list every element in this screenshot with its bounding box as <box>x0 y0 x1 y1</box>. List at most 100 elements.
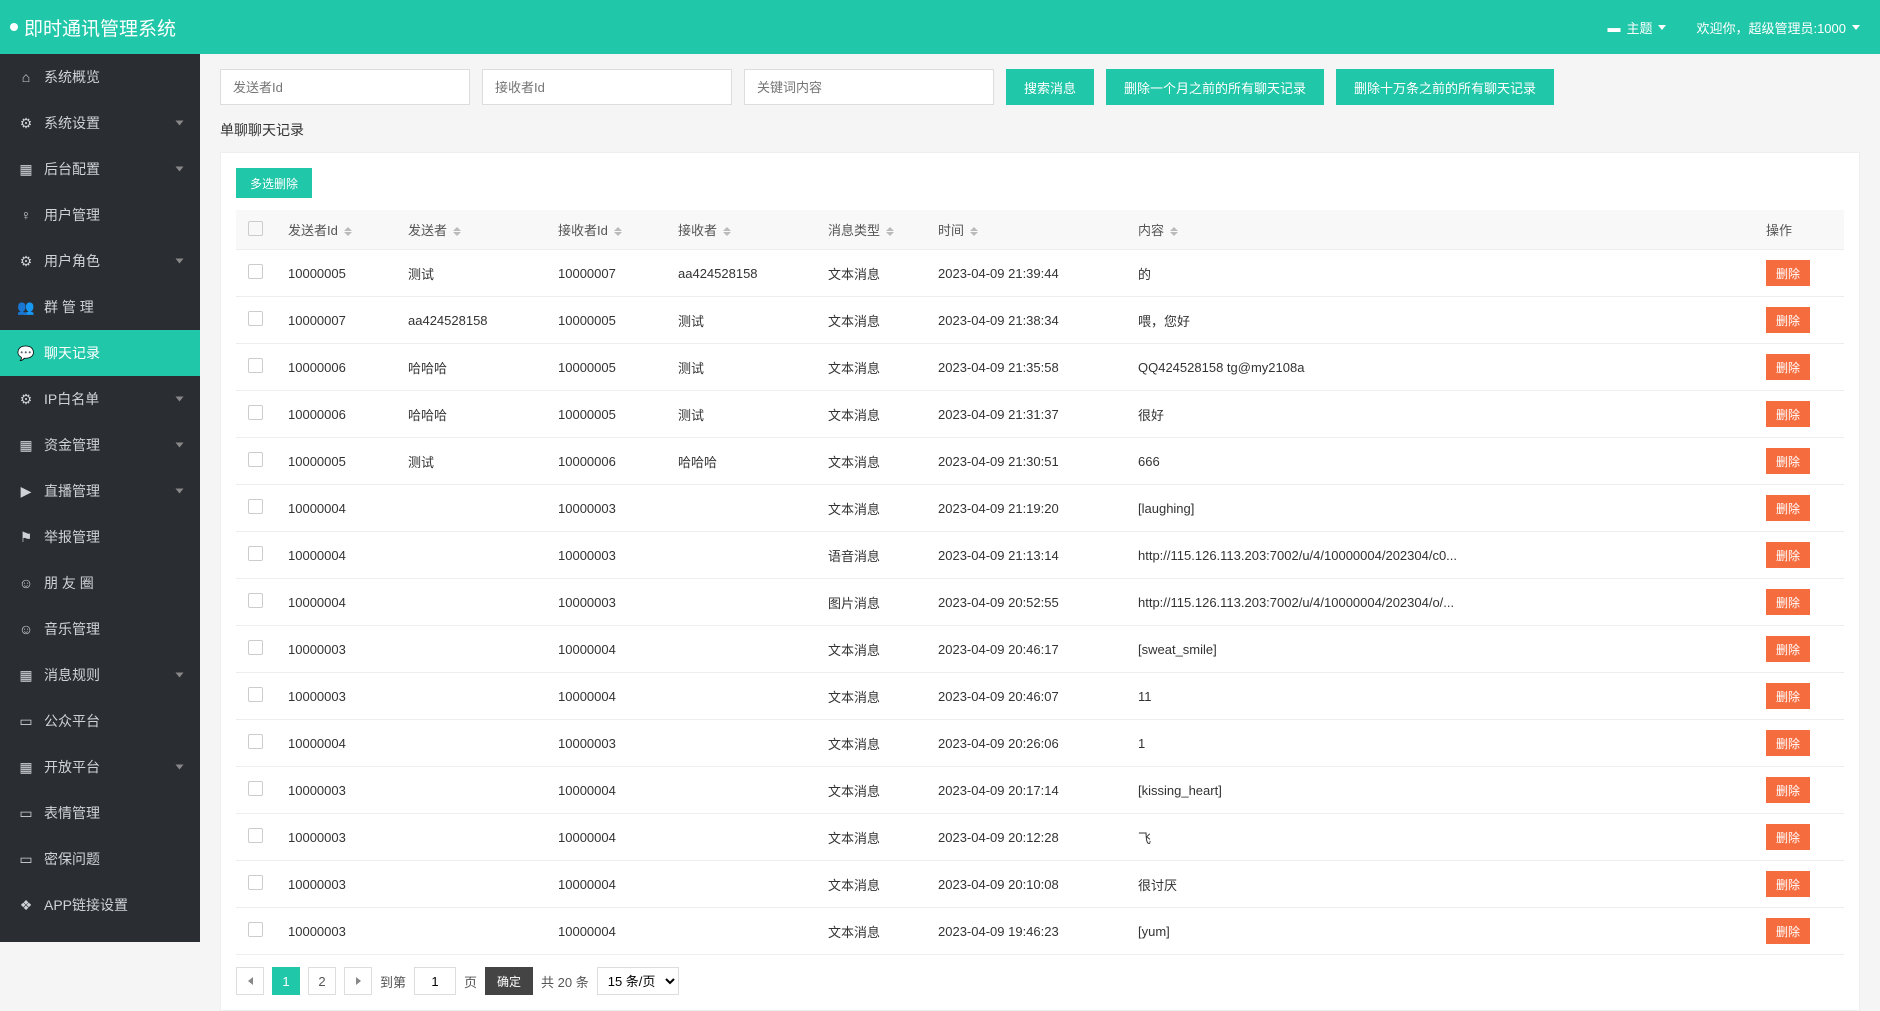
delete-row-button[interactable]: 删除 <box>1766 777 1810 803</box>
col-content[interactable]: 内容 <box>1126 210 1754 250</box>
sidebar-item-3[interactable]: ♀用户管理 <box>0 192 200 238</box>
sidebar-item-6[interactable]: 💬聊天记录 <box>0 330 200 376</box>
table-row: 1000000310000004文本消息2023-04-09 20:46:071… <box>236 673 1844 720</box>
table-row: 10000005测试10000006哈哈哈文本消息2023-04-09 21:3… <box>236 438 1844 485</box>
search-button[interactable]: 搜索消息 <box>1006 69 1094 105</box>
sidebar-item-17[interactable]: ▭密保问题 <box>0 836 200 882</box>
row-checkbox[interactable] <box>248 687 263 702</box>
cell-sender <box>396 908 546 955</box>
row-checkbox[interactable] <box>248 546 263 561</box>
keyword-input[interactable] <box>744 69 994 105</box>
delete-row-button[interactable]: 删除 <box>1766 683 1810 709</box>
user-icon: ♀ <box>18 207 34 223</box>
row-checkbox[interactable] <box>248 828 263 843</box>
row-checkbox[interactable] <box>248 781 263 796</box>
delete-row-button[interactable]: 删除 <box>1766 589 1810 615</box>
multi-delete-button[interactable]: 多选删除 <box>236 168 312 198</box>
cell-sender <box>396 767 546 814</box>
row-checkbox[interactable] <box>248 922 263 937</box>
row-checkbox[interactable] <box>248 405 263 420</box>
row-checkbox[interactable] <box>248 311 263 326</box>
cell-content: 飞 <box>1126 814 1754 861</box>
per-page-select[interactable]: 15 条/页 <box>597 967 679 995</box>
sidebar-item-12[interactable]: ☺音乐管理 <box>0 606 200 652</box>
cell-sender-id: 10000003 <box>276 767 396 814</box>
sidebar-item-1[interactable]: ⚙系统设置 <box>0 100 200 146</box>
row-checkbox[interactable] <box>248 452 263 467</box>
sidebar-item-0[interactable]: ⌂系统概览 <box>0 54 200 100</box>
row-checkbox[interactable] <box>248 640 263 655</box>
col-time[interactable]: 时间 <box>926 210 1126 250</box>
sidebar-item-11[interactable]: ☺朋 友 圈 <box>0 560 200 606</box>
sidebar-item-7[interactable]: ⚙IP白名单 <box>0 376 200 422</box>
cell-type: 文本消息 <box>816 438 926 485</box>
delete-row-button[interactable]: 删除 <box>1766 918 1810 944</box>
sidebar-item-14[interactable]: ▭公众平台 <box>0 698 200 744</box>
sidebar-item-4[interactable]: ⚙用户角色 <box>0 238 200 284</box>
sidebar-item-2[interactable]: ▦后台配置 <box>0 146 200 192</box>
prev-page-button[interactable] <box>236 967 264 995</box>
sidebar-item-16[interactable]: ▭表情管理 <box>0 790 200 836</box>
sidebar-item-13[interactable]: ▦消息规则 <box>0 652 200 698</box>
app-title: 即时通讯管理系统 <box>24 14 176 41</box>
chevron-down-icon <box>176 673 184 678</box>
row-checkbox[interactable] <box>248 734 263 749</box>
row-checkbox[interactable] <box>248 593 263 608</box>
col-sender-id[interactable]: 发送者Id <box>276 210 396 250</box>
table-row: 1000000410000003语音消息2023-04-09 21:13:14h… <box>236 532 1844 579</box>
row-checkbox[interactable] <box>248 875 263 890</box>
delete-row-button[interactable]: 删除 <box>1766 495 1810 521</box>
col-msg-type[interactable]: 消息类型 <box>816 210 926 250</box>
theme-switcher[interactable]: ▬ 主题 <box>1607 18 1666 37</box>
sidebar-item-18[interactable]: ❖APP链接设置 <box>0 882 200 928</box>
user-menu[interactable]: 欢迎你，超级管理员:1000 <box>1696 18 1860 37</box>
cell-sender: aa424528158 <box>396 297 546 344</box>
cell-time: 2023-04-09 21:39:44 <box>926 250 1126 297</box>
delete-row-button[interactable]: 删除 <box>1766 401 1810 427</box>
sidebar-item-10[interactable]: ⚑举报管理 <box>0 514 200 560</box>
col-receiver-id[interactable]: 接收者Id <box>546 210 666 250</box>
sidebar-item-5[interactable]: 👥群 管 理 <box>0 284 200 330</box>
col-sender[interactable]: 发送者 <box>396 210 546 250</box>
delete-row-button[interactable]: 删除 <box>1766 824 1810 850</box>
cell-type: 文本消息 <box>816 626 926 673</box>
delete-row-button[interactable]: 删除 <box>1766 636 1810 662</box>
records-card: 多选删除 发送者Id 发送者 接收者Id 接收者 消息类型 时间 内容 <box>220 152 1860 1011</box>
delete-100k-button[interactable]: 删除十万条之前的所有聊天记录 <box>1336 69 1554 105</box>
delete-row-button[interactable]: 删除 <box>1766 542 1810 568</box>
cell-receiver: 哈哈哈 <box>666 438 816 485</box>
sidebar-item-8[interactable]: ▦资金管理 <box>0 422 200 468</box>
cell-sender <box>396 861 546 908</box>
delete-row-button[interactable]: 删除 <box>1766 871 1810 897</box>
delete-row-button[interactable]: 删除 <box>1766 448 1810 474</box>
monitor-icon: ▭ <box>18 713 34 729</box>
table-row: 1000000310000004文本消息2023-04-09 20:12:28飞… <box>236 814 1844 861</box>
cell-content: 很好 <box>1126 391 1754 438</box>
select-all-checkbox[interactable] <box>248 221 263 236</box>
next-page-button[interactable] <box>344 967 372 995</box>
delete-row-button[interactable]: 删除 <box>1766 354 1810 380</box>
sidebar-item-9[interactable]: ▶直播管理 <box>0 468 200 514</box>
receiver-id-input[interactable] <box>482 69 732 105</box>
cell-sender <box>396 532 546 579</box>
row-checkbox[interactable] <box>248 358 263 373</box>
page-number-input[interactable] <box>414 967 456 995</box>
sender-id-input[interactable] <box>220 69 470 105</box>
cell-receiver: 测试 <box>666 391 816 438</box>
cell-receiver: 测试 <box>666 297 816 344</box>
delete-row-button[interactable]: 删除 <box>1766 307 1810 333</box>
sidebar-item-label: 聊天记录 <box>44 343 100 363</box>
main-content: 搜索消息 删除一个月之前的所有聊天记录 删除十万条之前的所有聊天记录 单聊聊天记… <box>200 54 1880 942</box>
delete-month-button[interactable]: 删除一个月之前的所有聊天记录 <box>1106 69 1324 105</box>
delete-row-button[interactable]: 删除 <box>1766 260 1810 286</box>
row-checkbox[interactable] <box>248 499 263 514</box>
table-row: 10000005测试10000007aa424528158文本消息2023-04… <box>236 250 1844 297</box>
cell-receiver <box>666 532 816 579</box>
page-2-button[interactable]: 2 <box>308 967 336 995</box>
delete-row-button[interactable]: 删除 <box>1766 730 1810 756</box>
sidebar-item-15[interactable]: ▦开放平台 <box>0 744 200 790</box>
goto-button[interactable]: 确定 <box>485 967 533 995</box>
page-1-button[interactable]: 1 <box>272 967 300 995</box>
row-checkbox[interactable] <box>248 264 263 279</box>
col-receiver[interactable]: 接收者 <box>666 210 816 250</box>
